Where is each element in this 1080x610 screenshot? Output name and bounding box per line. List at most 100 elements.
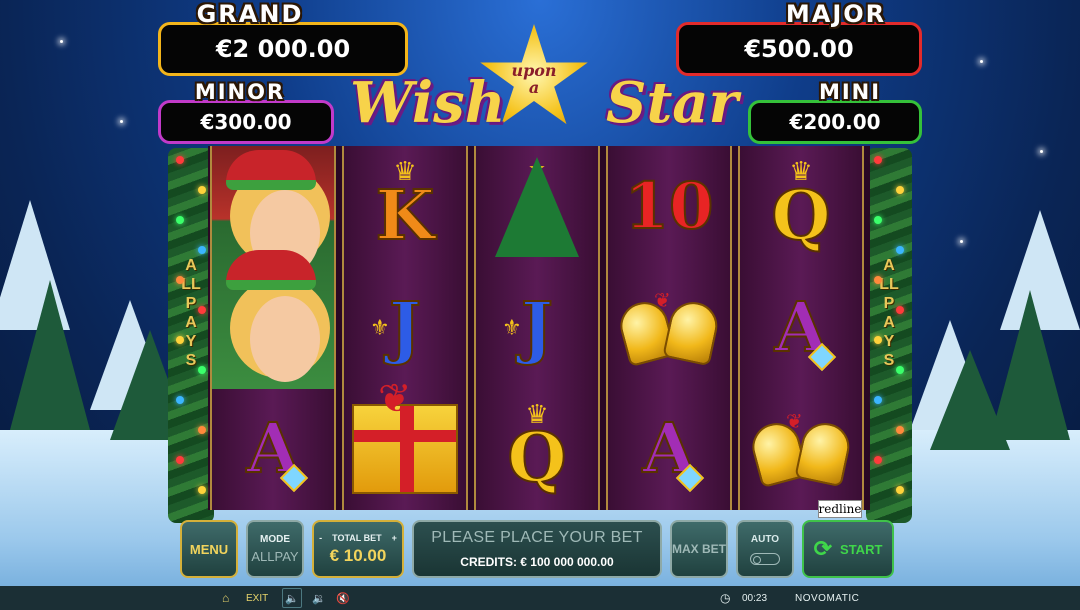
symbol-ten: 10 <box>623 168 714 244</box>
elf-symbol-stack <box>212 146 334 389</box>
status-message: PLEASE PLACE YOUR BET <box>431 529 643 546</box>
symbol-a: A <box>608 389 730 510</box>
reel-2: ♛ K ⚜ J ❦ <box>342 146 468 510</box>
garland-bulb <box>198 426 206 434</box>
session-time: 00:23 <box>742 592 768 604</box>
crown-icon: ♛ <box>789 156 813 186</box>
garland-bulb <box>874 456 882 464</box>
garland-bulb <box>874 156 882 164</box>
symbol-tree: ★ <box>476 146 598 267</box>
total-bet-label: TOTAL BET <box>332 532 382 543</box>
garland-bulb <box>874 216 882 224</box>
allpays-label-left: ALLPAYS <box>181 257 201 369</box>
sparkle <box>960 240 963 243</box>
logo-word-star: Star <box>606 70 739 136</box>
sparkle <box>980 60 983 63</box>
reel-4: 10 ❦ A <box>606 146 732 510</box>
symbol-q: ♛ Q <box>506 398 567 499</box>
mode-value: ALLPAY <box>251 549 299 564</box>
jackpot-mini-title: MINI <box>818 80 882 104</box>
reel-3: ★ ⚜ J ♛ Q <box>474 146 600 510</box>
mute-icon[interactable]: 🔇 <box>336 586 350 610</box>
game-logo: Wish upon a Star <box>336 24 744 144</box>
jackpot-major-title: MAJOR <box>785 0 887 28</box>
provider-badge: redline <box>818 500 862 518</box>
exit-button[interactable]: EXIT <box>246 586 268 610</box>
jackpot-minor-value: €300.00 <box>158 100 334 144</box>
total-bet-value: € 10.00 <box>329 545 387 565</box>
logo-word-upon-a: upon a <box>511 61 557 97</box>
symbol-gift: ❦ <box>344 377 466 510</box>
crown-icon: ♛ <box>525 398 549 429</box>
jackpot-grand-title: GRAND <box>196 0 304 28</box>
garland-bulb <box>874 396 882 404</box>
symbol-k: ♛ K <box>374 156 435 256</box>
symbol-bells: ❦ <box>608 267 730 388</box>
status-bar: ⌂ EXIT 🔈 🔉 🔇 ◷ 00:23 NOVOMATIC <box>0 586 1080 610</box>
garland-bulb <box>176 156 184 164</box>
jackpot-minor-title: MINOR <box>194 80 286 104</box>
start-button[interactable]: ⟳ START <box>802 520 894 578</box>
symbol-bells: ❦ <box>740 389 862 510</box>
bet-increase-button[interactable]: + <box>392 533 397 543</box>
symbol-q: ♛ Q <box>770 156 831 256</box>
max-bet-button[interactable]: MAX BET <box>670 520 728 578</box>
garland-bulb <box>198 486 206 494</box>
autoplay-button[interactable]: AUTO <box>736 520 794 578</box>
garland-bulb <box>198 246 206 254</box>
garland-bulb <box>896 246 904 254</box>
garland-bulb <box>896 486 904 494</box>
volume-icon[interactable]: 🔉 <box>312 586 326 610</box>
credits-display: CREDITS: € 100 000 000.00 <box>460 555 614 569</box>
gift-icon: ❦ <box>352 377 458 495</box>
symbol-a: A <box>740 267 862 388</box>
reel-1: A <box>210 146 336 510</box>
garland-bulb <box>176 396 184 404</box>
jackpot-mini-value: €200.00 <box>748 100 922 144</box>
garland-bulb <box>176 216 184 224</box>
garland-bulb <box>896 306 904 314</box>
reel-grid: A ♛ K ⚜ J ❦ ★ ⚜ J ♛ Q 10 ❦ A ♛ Q A ❦ <box>208 146 870 510</box>
garland-bulb <box>176 276 184 284</box>
total-bet-button[interactable]: - TOTAL BET + € 10.00 <box>312 520 404 578</box>
bells-icon: ❦ <box>746 409 856 489</box>
bells-icon: ❦ <box>614 288 724 368</box>
sparkle <box>1040 150 1043 153</box>
sparkle <box>60 40 63 43</box>
allpays-label-right: ALLPAYS <box>879 257 899 369</box>
fleur-de-lis-icon: ⚜ <box>370 314 390 340</box>
message-panel: PLEASE PLACE YOUR BET CREDITS: € 100 000… <box>412 520 662 578</box>
start-label: START <box>840 541 883 557</box>
symbol-a: A <box>212 389 334 510</box>
christmas-tree-icon <box>495 156 579 257</box>
mode-button[interactable]: MODE ALLPAY <box>246 520 304 578</box>
crown-icon: ♛ <box>393 156 417 186</box>
home-icon[interactable]: ⌂ <box>222 586 229 610</box>
autoplay-label: AUTO <box>750 533 780 545</box>
garland-bulb <box>176 336 184 344</box>
symbol-j: ⚜ J <box>502 287 554 368</box>
mode-label: MODE <box>260 534 290 545</box>
symbol-j: ⚜ J <box>370 287 422 368</box>
garland-bulb <box>176 456 184 464</box>
fleur-de-lis-icon: ⚜ <box>502 314 522 340</box>
garland-bulb <box>896 186 904 194</box>
garland-bulb <box>896 366 904 374</box>
garland-bulb <box>874 336 882 344</box>
bet-decrease-button[interactable]: - <box>319 533 322 543</box>
reel-5: ♛ Q A ❦ <box>738 146 864 510</box>
garland-bulb <box>198 186 206 194</box>
garland-bulb <box>874 276 882 284</box>
sparkle <box>120 120 123 123</box>
garland-bulb <box>198 366 206 374</box>
clock-icon: ◷ <box>720 591 731 605</box>
garland-bulb <box>896 426 904 434</box>
logo-word-wish: Wish <box>350 70 506 136</box>
autoplay-toggle[interactable] <box>750 552 780 565</box>
refresh-icon: ⟳ <box>813 536 833 561</box>
menu-button[interactable]: MENU <box>180 520 238 578</box>
speaker-icon[interactable]: 🔈 <box>282 588 302 608</box>
snowy-tree <box>10 280 90 430</box>
garland-bulb <box>198 306 206 314</box>
brand-label: NOVOMATIC <box>795 592 860 604</box>
